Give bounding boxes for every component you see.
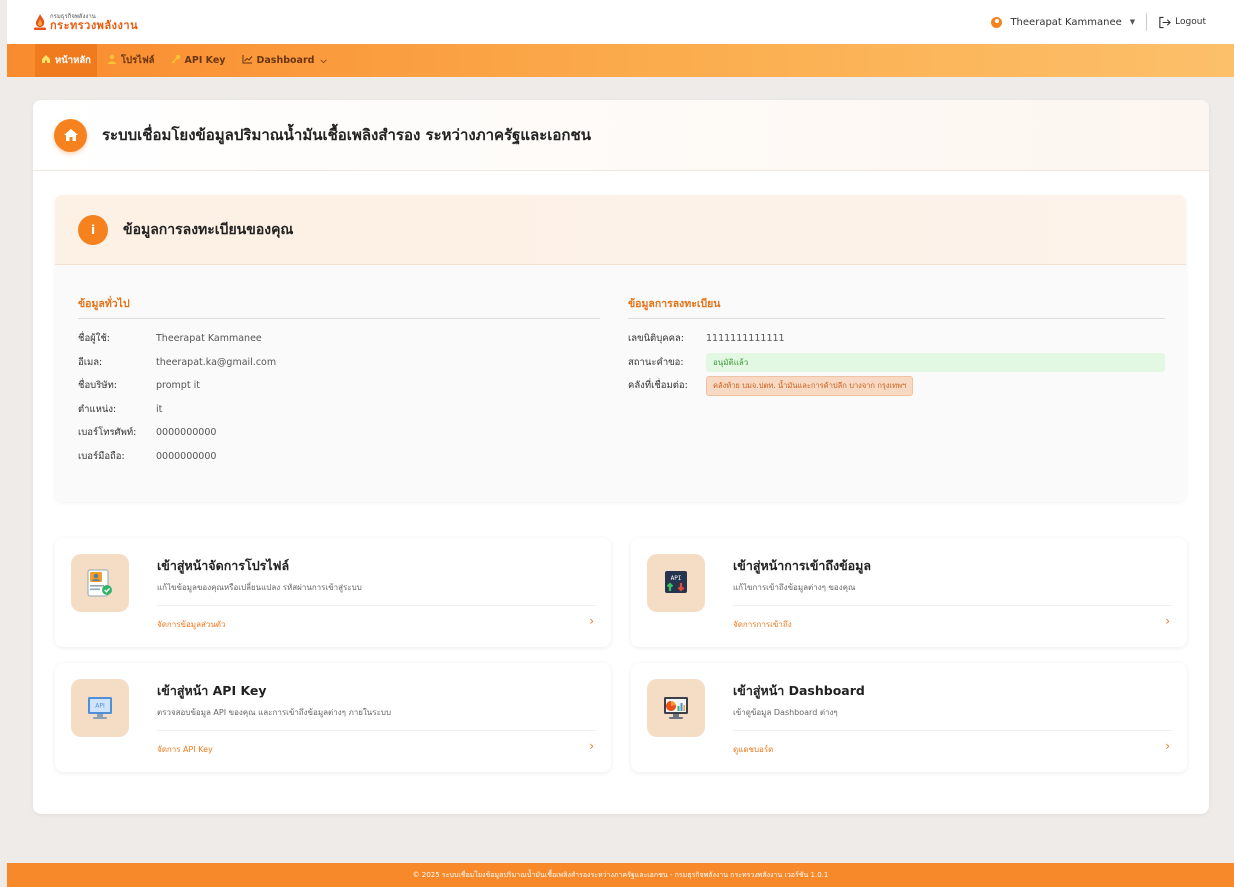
status-badge: อนุมัติแล้ว	[706, 352, 1165, 372]
divider	[733, 730, 1172, 731]
logout-icon	[1159, 16, 1172, 28]
dashboard-monitor-icon	[647, 679, 705, 737]
card-description: แก้ไขการเข้าถึงข้อมูลต่างๆ ของคุณ	[733, 583, 856, 592]
caret-down-icon[interactable]: ▼	[1130, 18, 1135, 26]
info-label: ชื่อผู้ใช้:	[78, 333, 111, 345]
user-icon	[107, 54, 117, 67]
info-label: อีเมล:	[78, 356, 103, 368]
info-value: prompt it	[156, 380, 200, 392]
registration-title: ข้อมูลการลงทะเบียนของคุณ	[123, 221, 294, 238]
general-info-section: ข้อมูลทั่วไป ชื่อผู้ใช้: Theerapat Kamman…	[78, 295, 600, 468]
footer: © 2025 ระบบเชื่อมโยงข้อมูลปริมาณน้ำมันเช…	[7, 863, 1234, 887]
card-link[interactable]: จัดการการเข้าถึง	[733, 618, 792, 631]
registration-panel: i ข้อมูลการลงทะเบียนของคุณ ข้อมูลทั่วไป …	[55, 195, 1186, 502]
juristic-value: 1111111111111	[706, 333, 785, 345]
depot-badge: คลังท้าย บมจ.ปตท. น้ำมันและการค้าปลีก บา…	[706, 375, 914, 396]
info-value: Theerapat Kammanee	[156, 333, 262, 345]
profile-card[interactable]: เข้าสู่หน้าจัดการโปรไฟล์ แก้ไขข้อมูลของค…	[55, 538, 611, 647]
api-access-icon: API	[647, 554, 705, 612]
chevron-right-icon[interactable]: ›	[589, 614, 594, 628]
info-label: เบอร์โทรศัพท์:	[78, 427, 137, 439]
card-description: แก้ไขข้อมูลของคุณหรือเปลี่ยนแปลง รหัสผ่า…	[157, 583, 362, 592]
info-icon: i	[78, 214, 108, 245]
logo-title: กระทรวงพลังงาน	[50, 18, 139, 32]
info-row: ชื่อบริษัท: prompt it	[78, 374, 600, 398]
main-nav: หน้าหลัก โปรไฟล์ API Key Dashboard ⌵	[7, 44, 1234, 77]
profile-card-icon	[71, 554, 129, 612]
nav-item-home[interactable]: หน้าหลัก	[35, 44, 97, 77]
divider	[733, 605, 1172, 606]
card-title: เข้าสู่หน้า API Key	[157, 683, 267, 698]
logo[interactable]: กรมธุรกิจพลังงาน กระทรวงพลังงาน	[33, 13, 138, 31]
dashboard-card[interactable]: เข้าสู่หน้า Dashboard เข้าดูข้อมูล Dashb…	[631, 663, 1187, 772]
nav-item-api-key[interactable]: API Key	[165, 44, 232, 77]
logout-button[interactable]: Logout	[1158, 16, 1206, 29]
chart-line-icon	[242, 54, 253, 67]
logout-label: Logout	[1175, 17, 1206, 27]
nav-label: โปรไฟล์	[120, 55, 155, 66]
info-row: คลังที่เชื่อมต่อ: คลังท้าย บมจ.ปตท. น้ำมั…	[628, 374, 1165, 398]
nav-item-profile[interactable]: โปรไฟล์	[101, 44, 161, 77]
card-link[interactable]: ดูแดชบอร์ด	[733, 743, 773, 756]
nav-item-dashboard[interactable]: Dashboard ⌵	[236, 44, 333, 77]
general-info-title: ข้อมูลทั่วไป	[78, 295, 600, 319]
info-value: theerapat.ka@gmail.com	[156, 356, 277, 368]
info-row: อีเมล: theerapat.ka@gmail.com	[78, 351, 600, 375]
divider	[157, 730, 596, 731]
info-row: ตำแหน่ง: it	[78, 398, 600, 422]
user-area: Theerapat Kammanee ▼ Logout	[991, 13, 1206, 31]
access-card[interactable]: API เข้าสู่หน้าการเข้าถึงข้อมูล แก้ไขการ…	[631, 538, 1187, 647]
chevron-right-icon[interactable]: ›	[1165, 614, 1170, 628]
card-title: เข้าสู่หน้า Dashboard	[733, 683, 865, 698]
info-row: เบอร์โทรศัพท์: 0000000000	[78, 421, 600, 445]
svg-text:API: API	[95, 703, 105, 710]
depot-label: คลังที่เชื่อมต่อ:	[628, 380, 688, 392]
info-value: 0000000000	[156, 427, 217, 439]
juristic-label: เลขนิติบุคคล:	[628, 333, 684, 345]
footer-text: © 2025 ระบบเชื่อมโยงข้อมูลปริมาณน้ำมันเช…	[412, 870, 829, 879]
info-label: ตำแหน่ง:	[78, 403, 117, 415]
status-label: สถานะคำขอ:	[628, 356, 684, 368]
card-title: เข้าสู่หน้าจัดการโปรไฟล์	[157, 558, 290, 573]
info-value: it	[156, 403, 163, 415]
divider	[157, 605, 596, 606]
user-circle-icon	[991, 16, 1003, 28]
info-value: 0000000000	[156, 450, 217, 462]
card-link[interactable]: จัดการ API Key	[157, 743, 213, 756]
card-description: ตรวจสอบข้อมูล API ของคุณ และการเข้าถึงข้…	[157, 708, 392, 717]
chevron-right-icon[interactable]: ›	[589, 739, 594, 753]
api-monitor-icon: API	[71, 679, 129, 737]
home-icon	[41, 54, 51, 67]
api-key-card[interactable]: API เข้าสู่หน้า API Key ตรวจสอบข้อมูล AP…	[55, 663, 611, 772]
registration-header: i ข้อมูลการลงทะเบียนของคุณ	[55, 195, 1186, 265]
main-panel: ระบบเชื่อมโยงข้อมูลปริมาณน้ำมันเชื้อเพลิ…	[33, 100, 1209, 814]
info-row: เลขนิติบุคคล: 1111111111111	[628, 327, 1165, 351]
info-label: เบอร์มือถือ:	[78, 450, 125, 462]
card-description: เข้าดูข้อมูล Dashboard ต่างๆ	[733, 708, 838, 717]
home-icon	[54, 118, 87, 152]
chevron-down-icon: ⌵	[320, 55, 327, 65]
page-title: ระบบเชื่อมโยงข้อมูลปริมาณน้ำมันเชื้อเพลิ…	[102, 126, 591, 144]
registration-detail-section: ข้อมูลการลงทะเบียน เลขนิติบุคคล: 11111111…	[628, 295, 1165, 398]
flame-logo-icon	[33, 13, 47, 31]
nav-label: หน้าหลัก	[55, 55, 91, 66]
info-row: เบอร์มือถือ: 0000000000	[78, 445, 600, 469]
nav-label: API Key	[184, 55, 226, 66]
top-header: กรมธุรกิจพลังงาน กระทรวงพลังงาน Theerapa…	[7, 0, 1234, 44]
nav-label: Dashboard	[256, 55, 315, 66]
svg-text:API: API	[671, 575, 682, 582]
info-row: ชื่อผู้ใช้: Theerapat Kammanee	[78, 327, 600, 351]
card-title: เข้าสู่หน้าการเข้าถึงข้อมูล	[733, 558, 872, 573]
user-menu-name[interactable]: Theerapat Kammanee	[1010, 17, 1121, 28]
key-icon	[170, 54, 181, 67]
divider	[1146, 13, 1148, 31]
info-row: สถานะคำขอ: อนุมัติแล้ว	[628, 351, 1165, 375]
info-label: ชื่อบริษัท:	[78, 380, 118, 392]
chevron-right-icon[interactable]: ›	[1165, 739, 1170, 753]
registration-detail-title: ข้อมูลการลงทะเบียน	[628, 295, 1165, 319]
card-link[interactable]: จัดการข้อมูลส่วนตัว	[157, 618, 226, 631]
page-header: ระบบเชื่อมโยงข้อมูลปริมาณน้ำมันเชื้อเพลิ…	[33, 100, 1209, 171]
